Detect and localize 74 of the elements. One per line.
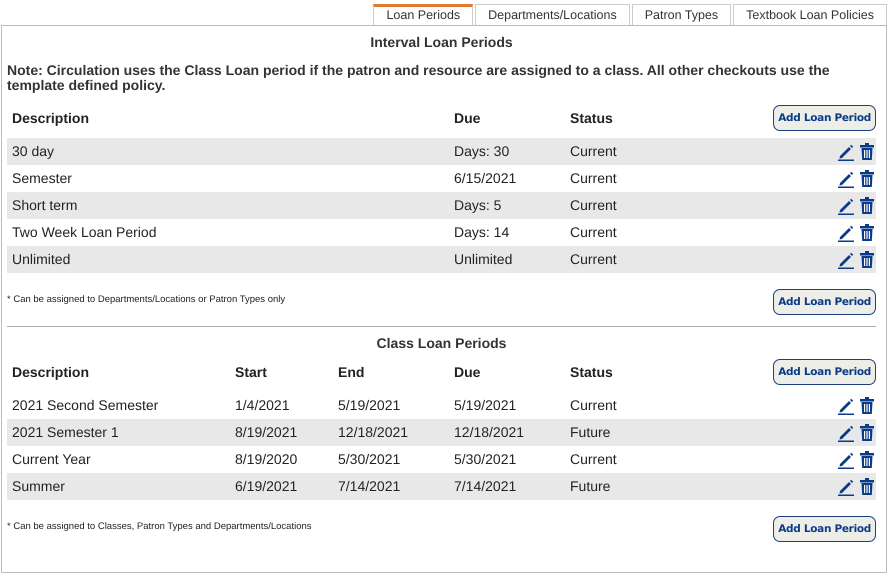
delete-icon[interactable] xyxy=(860,424,874,441)
section-title: Class Loan Periods xyxy=(376,334,508,351)
tab[interactable]: Departments/Locations xyxy=(475,4,630,25)
table-cell-text: 6/15/2021 xyxy=(454,169,518,188)
column-header: Description xyxy=(12,108,90,128)
table-cell-text: Current xyxy=(570,169,618,188)
delete-icon[interactable] xyxy=(860,397,874,414)
edit-icon[interactable] xyxy=(837,170,855,188)
table-cell-text: Current xyxy=(570,450,618,469)
delete-icon[interactable] xyxy=(860,143,874,160)
section-title: Interval Loan Periods xyxy=(369,33,514,50)
tab[interactable]: Loan Periods xyxy=(373,4,474,25)
table-cell-text: Future xyxy=(570,477,612,496)
delete-icon[interactable] xyxy=(860,478,874,495)
edit-icon[interactable] xyxy=(837,478,855,496)
table-cell-text: Current xyxy=(570,142,618,161)
table-cell-text: Semester xyxy=(12,169,73,188)
table-cell-text: Days: 14 xyxy=(454,223,510,242)
table-cell-text: Current xyxy=(570,223,618,242)
table-cell-text: 30 day xyxy=(12,142,56,161)
footnote-text: * Can be assigned to Classes, Patron Types and Departments/Locations xyxy=(7,520,312,534)
table-cell-text: 7/14/2021 xyxy=(454,477,518,496)
add-loan-period-button[interactable]: Add Loan Period xyxy=(773,289,876,315)
table-cell-text: Days: 5 xyxy=(454,196,502,215)
column-header: Due xyxy=(454,362,482,382)
delete-icon[interactable] xyxy=(860,170,874,187)
table-cell-text: Current xyxy=(570,396,618,415)
table-cell-text: Days: 30 xyxy=(454,142,510,161)
table-cell-text: Summer xyxy=(12,477,66,496)
edit-icon[interactable] xyxy=(837,196,855,214)
table-cell-text: Current xyxy=(570,196,618,215)
column-header: Due xyxy=(454,108,482,128)
delete-icon[interactable] xyxy=(860,224,874,241)
column-header: Start xyxy=(235,362,268,382)
footnote-text: * Can be assigned to Departments/Locations or Patron Types only xyxy=(7,293,286,307)
edit-icon[interactable] xyxy=(837,142,855,160)
table-cell-text: 2021 Second Semester xyxy=(12,396,160,415)
edit-icon[interactable] xyxy=(837,424,855,442)
table-cell-text: 8/19/2020 xyxy=(235,450,298,469)
table-cell-text: 8/19/2021 xyxy=(235,423,298,442)
table-cell-text: 5/30/2021 xyxy=(338,450,402,469)
delete-icon[interactable] xyxy=(860,197,874,214)
column-header: Status xyxy=(570,362,614,382)
add-loan-period-button[interactable]: Add Loan Period xyxy=(773,105,876,131)
column-header: Status xyxy=(570,108,614,128)
table-cell-text: 2021 Semester 1 xyxy=(12,423,120,442)
table-cell-text: 7/14/2021 xyxy=(338,477,402,496)
edit-icon[interactable] xyxy=(837,396,855,414)
table-cell-text: 5/19/2021 xyxy=(338,396,402,415)
table-cell-text: Unlimited xyxy=(12,250,72,269)
delete-icon[interactable] xyxy=(860,251,874,268)
add-loan-period-button[interactable]: Add Loan Period xyxy=(773,516,876,542)
edit-icon[interactable] xyxy=(837,250,855,268)
add-loan-period-button[interactable]: Add Loan Period xyxy=(773,359,876,385)
table-cell-text: 1/4/2021 xyxy=(235,396,290,415)
table-cell-text: Two Week Loan Period xyxy=(12,223,158,242)
column-header: Description xyxy=(12,362,90,382)
tab[interactable]: Textbook Loan Policies xyxy=(733,4,887,25)
table-cell-text: Future xyxy=(570,423,612,442)
table-cell-text: 5/30/2021 xyxy=(454,450,518,469)
edit-icon[interactable] xyxy=(837,224,855,242)
table-cell-text: 5/19/2021 xyxy=(454,396,518,415)
column-header: End xyxy=(338,362,366,382)
table-cell-text: 12/18/2021 xyxy=(338,423,410,442)
table-cell-text: 12/18/2021 xyxy=(454,423,526,442)
tab[interactable]: Patron Types xyxy=(632,4,732,25)
note-text: Note: Circulation uses the Class Loan period if the patron and resource are assigned to a class. All other checkouts use the template defined policy. xyxy=(7,63,831,93)
table-cell-text: Unlimited xyxy=(454,250,514,269)
table-cell-text: Current xyxy=(570,250,618,269)
delete-icon[interactable] xyxy=(860,451,874,468)
edit-icon[interactable] xyxy=(837,450,855,468)
table-cell-text: Short term xyxy=(12,196,78,215)
table-cell-text: Current Year xyxy=(12,450,92,469)
table-cell-text: 6/19/2021 xyxy=(235,477,298,496)
